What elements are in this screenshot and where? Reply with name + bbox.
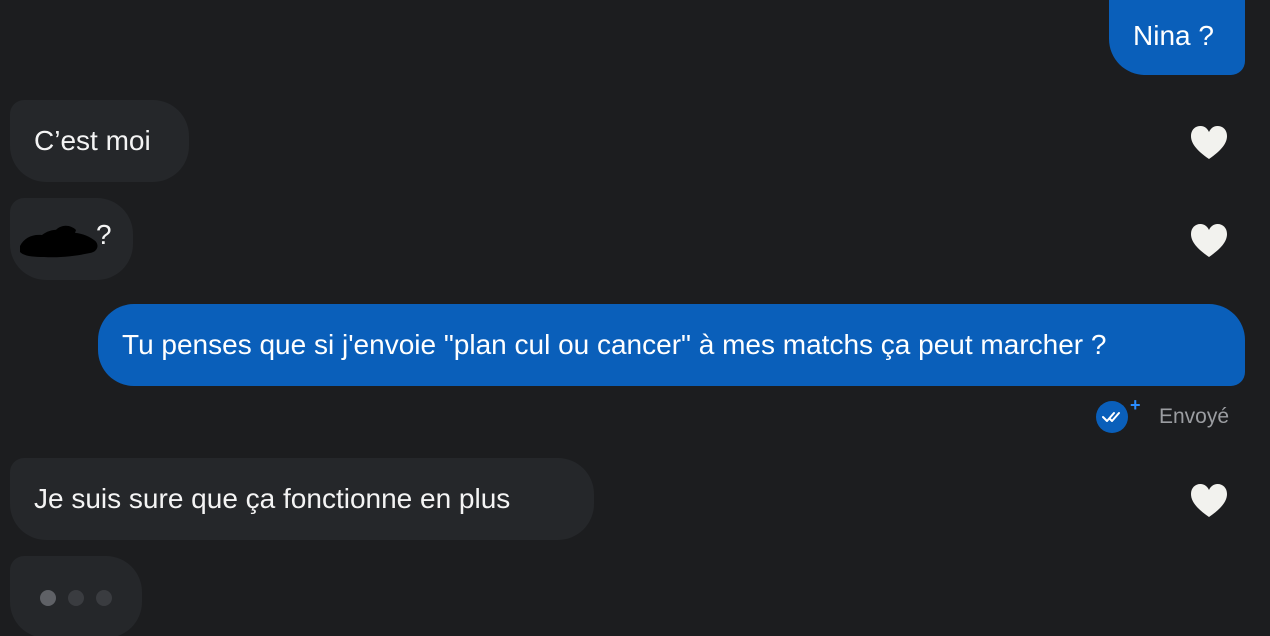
heart-icon[interactable] bbox=[1190, 125, 1228, 163]
typing-dot bbox=[68, 590, 84, 606]
heart-icon[interactable] bbox=[1190, 483, 1228, 521]
typing-dot bbox=[40, 590, 56, 606]
delivery-status: + Envoyé bbox=[1096, 395, 1230, 434]
message-bubble-sent[interactable]: Tu penses que si j'envoie "plan cul ou c… bbox=[98, 304, 1245, 386]
plus-badge: + bbox=[1130, 395, 1141, 415]
message-bubble-received[interactable]: Je suis sure que ça fonctionne en plus bbox=[10, 458, 594, 540]
heart-icon[interactable] bbox=[1190, 223, 1228, 261]
typing-dot bbox=[96, 590, 112, 606]
message-bubble-received[interactable]: ? bbox=[10, 198, 133, 280]
status-label: Envoyé bbox=[1159, 405, 1230, 428]
message-bubble-sent[interactable]: Nina ? bbox=[1109, 0, 1245, 75]
message-text: C’est moi bbox=[34, 125, 151, 156]
redacted-text-scribble bbox=[16, 220, 100, 258]
message-text: Je suis sure que ça fonctionne en plus bbox=[34, 483, 511, 514]
message-text: Nina ? bbox=[1133, 19, 1214, 51]
double-check-icon: + bbox=[1096, 395, 1141, 433]
message-text: Tu penses que si j'envoie "plan cul ou c… bbox=[122, 329, 1107, 360]
chat-thread: Nina ? C’est moi ? Tu penses que si j'en… bbox=[0, 0, 1270, 636]
message-bubble-received[interactable]: C’est moi bbox=[10, 100, 189, 182]
typing-indicator bbox=[10, 556, 142, 636]
